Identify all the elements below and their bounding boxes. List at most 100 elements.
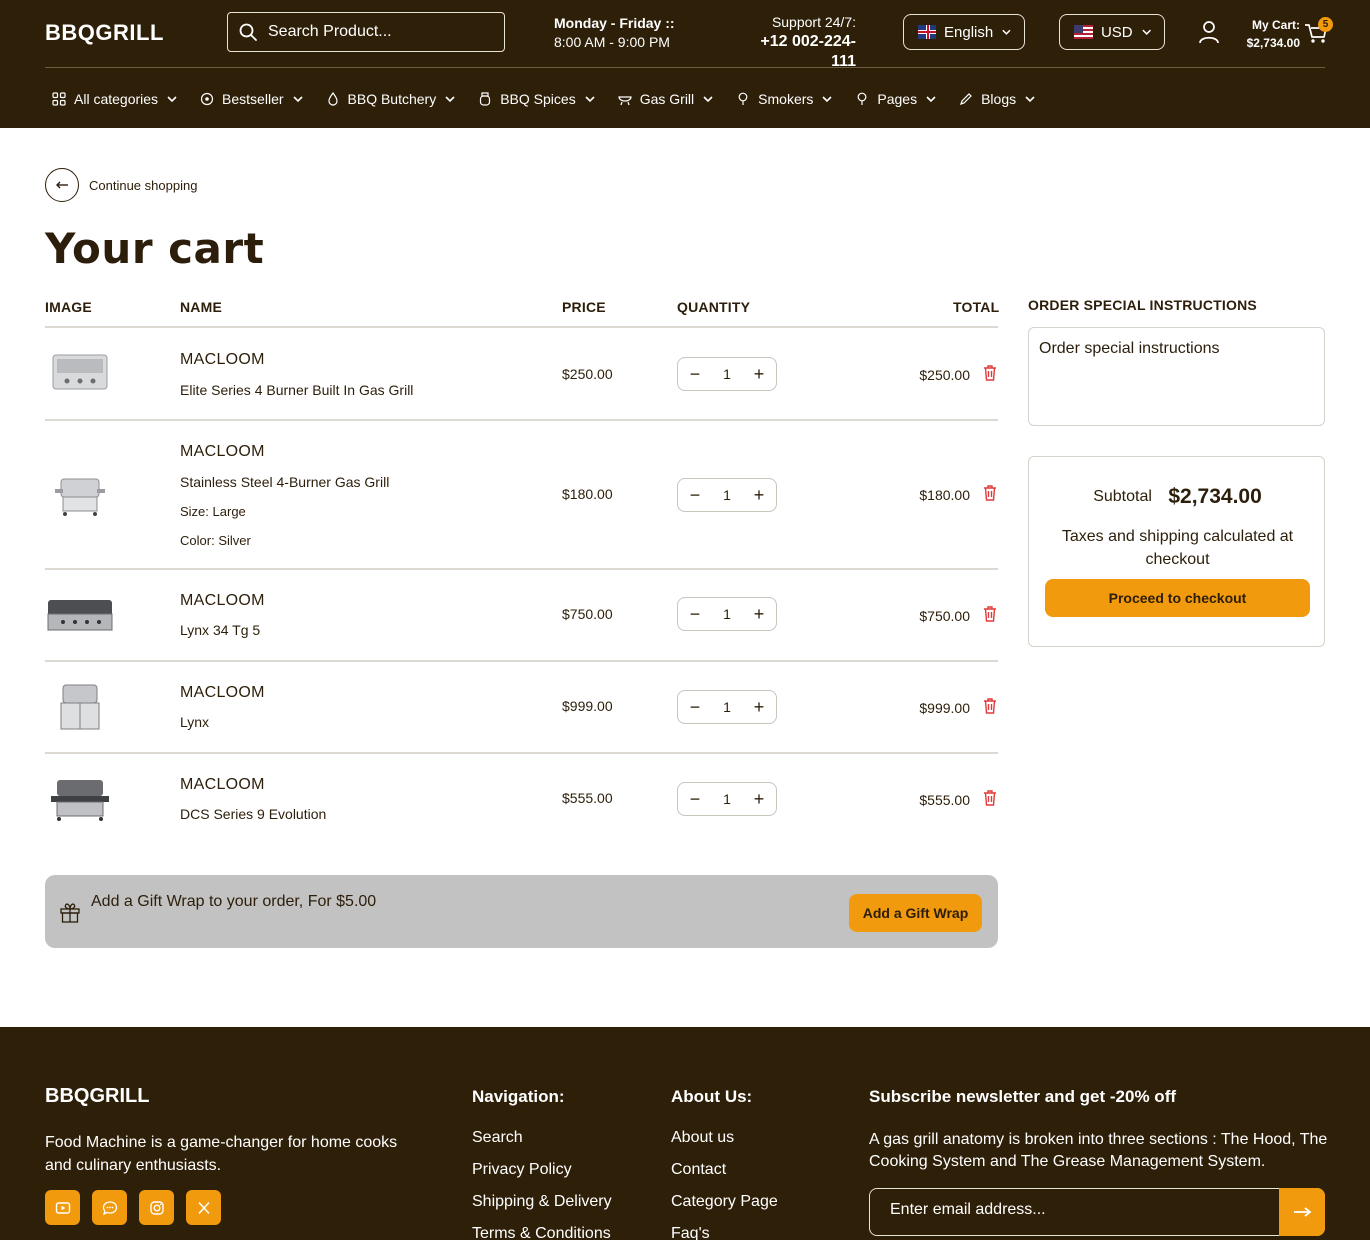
continue-shopping-link[interactable]: Continue shopping: [89, 178, 197, 193]
continue-shopping-button[interactable]: [45, 168, 79, 202]
col-header-total: TOTAL: [953, 299, 1000, 315]
us-flag-icon: [1074, 25, 1093, 39]
cart-row: MACLOOM Stainless Steel 4-Burner Gas Gri…: [45, 421, 998, 570]
col-header-image: IMAGE: [45, 299, 92, 315]
footer-link[interactable]: About us: [671, 1127, 778, 1148]
trash-icon[interactable]: [983, 606, 997, 622]
trash-icon[interactable]: [983, 485, 997, 501]
product-image[interactable]: [45, 469, 115, 519]
quantity-value[interactable]: 1: [723, 699, 731, 715]
footer-navigation: Navigation: Search Privacy Policy Shippi…: [472, 1087, 612, 1240]
minus-icon[interactable]: −: [688, 789, 702, 810]
chevron-down-icon: [167, 96, 177, 103]
minus-icon[interactable]: −: [688, 604, 702, 625]
footer-link[interactable]: Shipping & Delivery: [472, 1191, 612, 1212]
nav-all-categories[interactable]: All categories: [52, 86, 178, 112]
user-icon[interactable]: [1198, 20, 1220, 44]
nav-label: Bestseller: [222, 91, 284, 107]
gift-icon: [60, 903, 80, 923]
nav-smokers[interactable]: Smokers: [736, 86, 833, 112]
newsletter-email-input[interactable]: [890, 1201, 1270, 1219]
uk-flag-icon: [918, 25, 936, 39]
currency-select[interactable]: USD: [1059, 14, 1165, 50]
footer-link[interactable]: Faq's: [671, 1223, 778, 1240]
minus-icon[interactable]: −: [688, 697, 702, 718]
quantity-value[interactable]: 1: [723, 606, 731, 622]
pen-icon: [960, 93, 972, 105]
nav-bbq-butchery[interactable]: BBQ Butchery: [326, 86, 457, 112]
plus-icon[interactable]: +: [752, 604, 766, 625]
plus-icon[interactable]: +: [752, 485, 766, 506]
footer-link[interactable]: Terms & Conditions: [472, 1223, 612, 1240]
support-phone[interactable]: +12 002-224-111: [736, 32, 856, 72]
product-image[interactable]: [45, 683, 115, 733]
product-name[interactable]: DCS Series 9 Evolution: [180, 806, 326, 822]
cart-count-badge: 5: [1318, 17, 1333, 32]
cart-summary[interactable]: My Cart: $2,734.00: [1236, 16, 1300, 52]
search-input[interactable]: [268, 23, 488, 41]
footer-link[interactable]: Contact: [671, 1159, 778, 1180]
x-twitter-icon: [197, 1201, 210, 1214]
support-label: Support 24/7:: [771, 14, 856, 30]
trash-icon[interactable]: [983, 698, 997, 714]
product-name[interactable]: Stainless Steel 4-Burner Gas Grill: [180, 474, 389, 490]
cart-row: MACLOOM Elite Series 4 Burner Built In G…: [45, 328, 998, 421]
cart-row: MACLOOM Lynx 34 Tg 5 $750.00 − 1 + $750.…: [45, 570, 998, 662]
product-price: $999.00: [562, 698, 613, 714]
product-image[interactable]: [45, 349, 115, 399]
footer-link[interactable]: Privacy Policy: [472, 1159, 612, 1180]
product-name[interactable]: Lynx: [180, 714, 209, 730]
cart-row: MACLOOM DCS Series 9 Evolution $555.00 −…: [45, 754, 998, 846]
quantity-value[interactable]: 1: [723, 366, 731, 382]
product-vendor: MACLOOM: [180, 684, 265, 701]
option-value: Silver: [218, 533, 251, 548]
newsletter-form: [869, 1188, 1325, 1236]
quantity-stepper: − 1 +: [677, 782, 777, 816]
nav-label: All categories: [74, 91, 159, 107]
product-name[interactable]: Elite Series 4 Burner Built In Gas Grill: [180, 382, 413, 398]
newsletter-description: A gas grill anatomy is broken into three…: [869, 1131, 1328, 1170]
product-image[interactable]: [45, 590, 115, 640]
nav-gas-grill[interactable]: Gas Grill: [618, 86, 714, 112]
col-header-quantity: QUANTITY: [677, 299, 751, 315]
instagram-button[interactable]: [139, 1190, 174, 1225]
checkout-button[interactable]: Proceed to checkout: [1045, 579, 1310, 617]
arrow-left-icon: [56, 181, 68, 189]
line-total: $250.00: [919, 367, 970, 383]
nav-label: BBQ Spices: [500, 91, 576, 107]
nav-pages[interactable]: Pages: [855, 86, 937, 112]
product-image[interactable]: [45, 774, 115, 824]
search-box[interactable]: [227, 12, 505, 52]
cart-label: My Cart:: [1251, 18, 1300, 32]
col-header-name: NAME: [180, 299, 223, 315]
trash-icon[interactable]: [983, 365, 997, 381]
site-footer: BBQGRILL Food Machine is a game-changer …: [0, 1027, 1370, 1240]
footer-nav-title: Navigation:: [472, 1087, 565, 1106]
nav-blogs[interactable]: Blogs: [959, 86, 1036, 112]
plus-icon[interactable]: +: [752, 789, 766, 810]
plus-icon[interactable]: +: [752, 697, 766, 718]
footer-link[interactable]: Category Page: [671, 1191, 778, 1212]
chat-button[interactable]: [92, 1190, 127, 1225]
youtube-button[interactable]: [45, 1190, 80, 1225]
instructions-label: ORDER SPECIAL INSTRUCTIONS: [1028, 297, 1257, 313]
quantity-value[interactable]: 1: [723, 487, 731, 503]
add-gift-wrap-button[interactable]: Add a Gift Wrap: [849, 894, 982, 932]
site-logo[interactable]: BBQGRILL: [45, 20, 164, 46]
x-twitter-button[interactable]: [186, 1190, 221, 1225]
quantity-value[interactable]: 1: [723, 791, 731, 807]
footer-link[interactable]: Search: [472, 1127, 612, 1148]
nav-bestseller[interactable]: Bestseller: [200, 86, 303, 112]
language-select[interactable]: English: [903, 14, 1025, 50]
plus-icon[interactable]: +: [752, 364, 766, 385]
nav-bbq-spices[interactable]: BBQ Spices: [478, 86, 595, 112]
product-name[interactable]: Lynx 34 Tg 5: [180, 622, 260, 638]
newsletter-submit-button[interactable]: [1279, 1188, 1325, 1236]
trash-icon[interactable]: [983, 790, 997, 806]
search-icon[interactable]: [238, 22, 258, 42]
order-instructions-textarea[interactable]: [1028, 327, 1325, 426]
minus-icon[interactable]: −: [688, 485, 702, 506]
footer-logo[interactable]: BBQGRILL: [45, 1085, 149, 1108]
minus-icon[interactable]: −: [688, 364, 702, 385]
line-total: $750.00: [919, 608, 970, 624]
